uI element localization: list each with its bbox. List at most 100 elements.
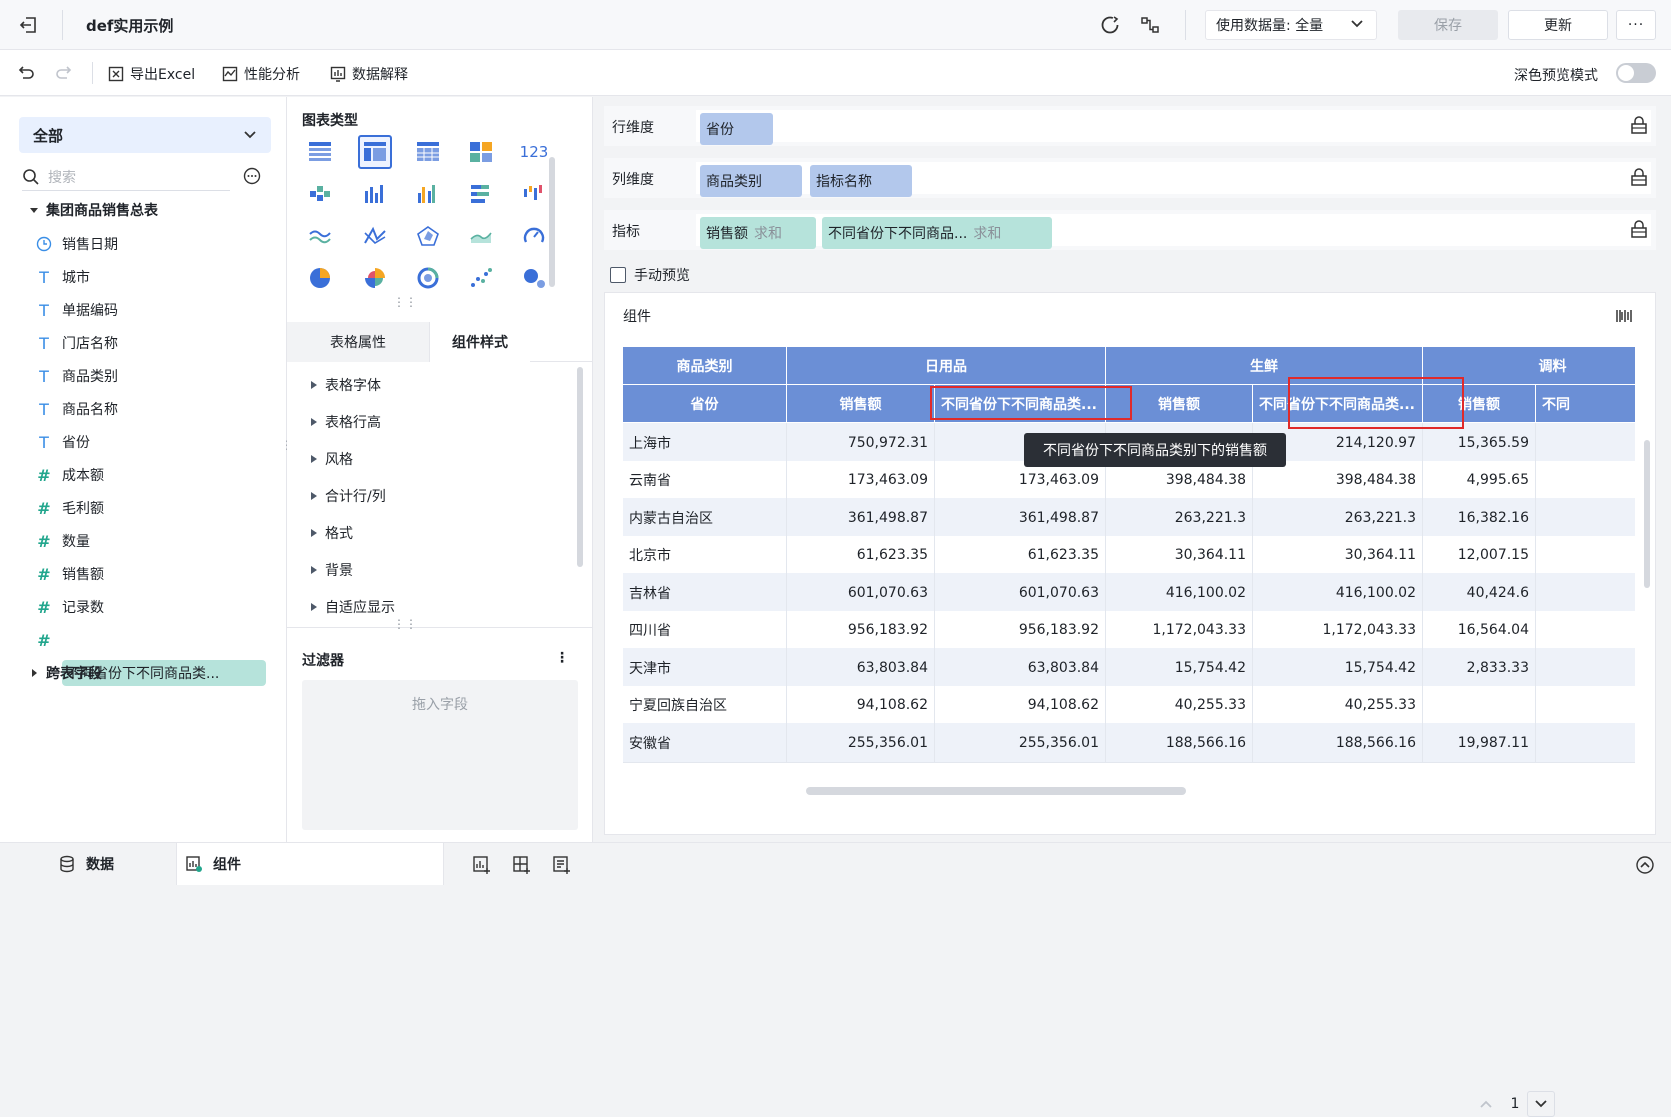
add-component-icon[interactable]	[470, 853, 494, 877]
table-cell[interactable]: 15,365.59	[1423, 423, 1536, 463]
relation-icon[interactable]	[1138, 13, 1162, 37]
field-item[interactable]: T 门店名称	[36, 329, 118, 357]
scatter-chart-icon[interactable]	[464, 261, 498, 295]
polyline-chart-icon[interactable]	[358, 219, 392, 253]
page-up-button[interactable]	[1473, 1091, 1499, 1117]
metric-dropzone[interactable]: 销售额 求和 不同省份下不同商品... 求和	[696, 214, 1651, 249]
table-cell[interactable]: 40,255.33	[1253, 685, 1423, 726]
field-item[interactable]: # 销售额	[36, 560, 104, 588]
table-cell[interactable]: 956,183.92	[787, 610, 935, 651]
field-item[interactable]: 销售日期	[36, 230, 118, 258]
waterfall-icon[interactable]	[517, 177, 551, 211]
table-cell[interactable]: 4,995.65	[1423, 460, 1536, 501]
prop-style[interactable]: 风格	[311, 449, 353, 469]
chip-metric-name[interactable]: 指标名称	[810, 165, 912, 197]
rose-chart-icon[interactable]	[358, 261, 392, 295]
table-cell[interactable]: 263,221.3	[1106, 498, 1253, 538]
dark-preview-toggle[interactable]	[1616, 63, 1656, 83]
manual-preview[interactable]: 手动预览	[610, 265, 690, 285]
data-explain-button[interactable]: 数据解释	[330, 64, 408, 84]
scrollbar[interactable]	[577, 367, 583, 567]
table-chart-icon[interactable]	[303, 135, 337, 169]
more-circle-icon[interactable]	[243, 167, 261, 185]
undo-icon[interactable]	[14, 61, 38, 85]
gauge-chart-icon[interactable]	[517, 219, 551, 253]
table-vertical-scrollbar[interactable]	[1644, 440, 1650, 588]
kpi-card-icon[interactable]	[464, 135, 498, 169]
column-chart-icon[interactable]	[358, 177, 392, 211]
table-cell[interactable]	[1423, 685, 1536, 726]
row-header-cell[interactable]: 吉林省	[623, 573, 787, 613]
table-cell[interactable]: 61,623.35	[787, 535, 935, 576]
perf-analysis-button[interactable]: 性能分析	[222, 64, 300, 84]
prop-row-height[interactable]: 表格行高	[311, 412, 381, 432]
chip-category[interactable]: 商品类别	[700, 165, 802, 197]
table-cell[interactable]: 61,623.35	[935, 535, 1106, 576]
prop-table-font[interactable]: 表格字体	[311, 375, 381, 395]
cross-table-group[interactable]: 跨表字段	[30, 663, 102, 683]
more-vertical-icon[interactable]: ⋮	[555, 650, 569, 666]
prop-adaptive-display[interactable]: 自适应显示	[311, 597, 395, 617]
field-item[interactable]: T 单据编码	[36, 296, 118, 324]
grouped-bar-icon[interactable]	[303, 177, 337, 211]
row-header-cell[interactable]: 上海市	[623, 423, 787, 463]
table-cell[interactable]	[1536, 611, 1635, 651]
table-cell[interactable]: 188,566.16	[1106, 723, 1253, 763]
field-item[interactable]: T 城市	[36, 263, 90, 291]
row-dim-dropzone[interactable]: 省份	[696, 110, 1651, 145]
tab-data[interactable]: 数据	[40, 843, 160, 885]
update-button[interactable]: 更新	[1508, 10, 1608, 40]
lock-icon[interactable]	[1630, 168, 1648, 186]
table-cell[interactable]: 416,100.02	[1253, 573, 1423, 613]
scrollbar[interactable]	[549, 157, 555, 287]
field-item[interactable]: T 商品类别	[36, 362, 118, 390]
chip-sales[interactable]: 销售额 求和	[700, 217, 816, 249]
field-item[interactable]: # 数量	[36, 527, 90, 555]
export-excel-button[interactable]: 导出Excel	[108, 64, 195, 84]
table-cell[interactable]: 601,070.63	[935, 573, 1106, 613]
search-input[interactable]	[48, 168, 208, 185]
field-item[interactable]: # 成本额	[36, 461, 104, 489]
chip-calc-sales[interactable]: 不同省份下不同商品... 求和	[822, 217, 1052, 249]
barcode-chart-icon[interactable]	[1615, 307, 1633, 325]
prop-background[interactable]: 背景	[311, 560, 353, 580]
detail-table-chart-icon[interactable]	[411, 135, 445, 169]
table-cell[interactable]	[1536, 573, 1635, 613]
table-cell[interactable]: 361,498.87	[935, 498, 1106, 538]
table-cell[interactable]: 173,463.09	[787, 460, 935, 501]
table-cell[interactable]	[1536, 686, 1635, 726]
table-cell[interactable]: 19,987.11	[1423, 723, 1536, 763]
number-card-icon[interactable]: 123	[517, 135, 551, 169]
row-header-cell[interactable]: 北京市	[623, 535, 787, 576]
table-cell[interactable]: 263,221.3	[1253, 498, 1423, 538]
table-cell[interactable]: 40,424.6	[1423, 573, 1536, 613]
row-header-cell[interactable]: 安徽省	[623, 723, 787, 763]
table-cell[interactable]	[1536, 461, 1635, 501]
redo-icon[interactable]	[52, 61, 76, 85]
row-header-cell[interactable]: 内蒙古自治区	[623, 498, 787, 538]
col-dim-dropzone[interactable]: 商品类别 指标名称	[696, 162, 1651, 197]
data-usage-select[interactable]: 使用数据量: 全量	[1205, 10, 1377, 40]
table-cell[interactable]	[1536, 423, 1635, 463]
stacked-bar-icon[interactable]	[464, 177, 498, 211]
table-cell[interactable]: 30,364.11	[1253, 535, 1423, 576]
table-cell[interactable]: 15,754.42	[1253, 648, 1423, 688]
field-item[interactable]: # 毛利额	[36, 494, 104, 522]
table-cell[interactable]: 94,108.62	[787, 685, 935, 726]
table-cell[interactable]: 188,566.16	[1253, 723, 1423, 763]
table-cell[interactable]	[1536, 723, 1635, 763]
table-cell[interactable]: 601,070.63	[787, 573, 935, 613]
table-cell[interactable]: 416,100.02	[1106, 573, 1253, 613]
table-cell[interactable]: 63,803.84	[787, 648, 935, 688]
manual-preview-checkbox[interactable]	[610, 267, 626, 283]
header-cell[interactable]: 商品类别	[623, 347, 787, 385]
table-cell[interactable]: 255,356.01	[787, 723, 935, 763]
add-report-icon[interactable]	[550, 853, 574, 877]
table-cell[interactable]: 361,498.87	[787, 498, 935, 538]
table-cell[interactable]	[1536, 648, 1635, 688]
add-dashboard-icon[interactable]	[510, 853, 534, 877]
table-cell[interactable]: 40,255.33	[1106, 685, 1253, 726]
bubble-chart-icon[interactable]	[517, 261, 551, 295]
line-chart-icon[interactable]	[303, 219, 337, 253]
field-item[interactable]: T 省份	[36, 428, 90, 456]
